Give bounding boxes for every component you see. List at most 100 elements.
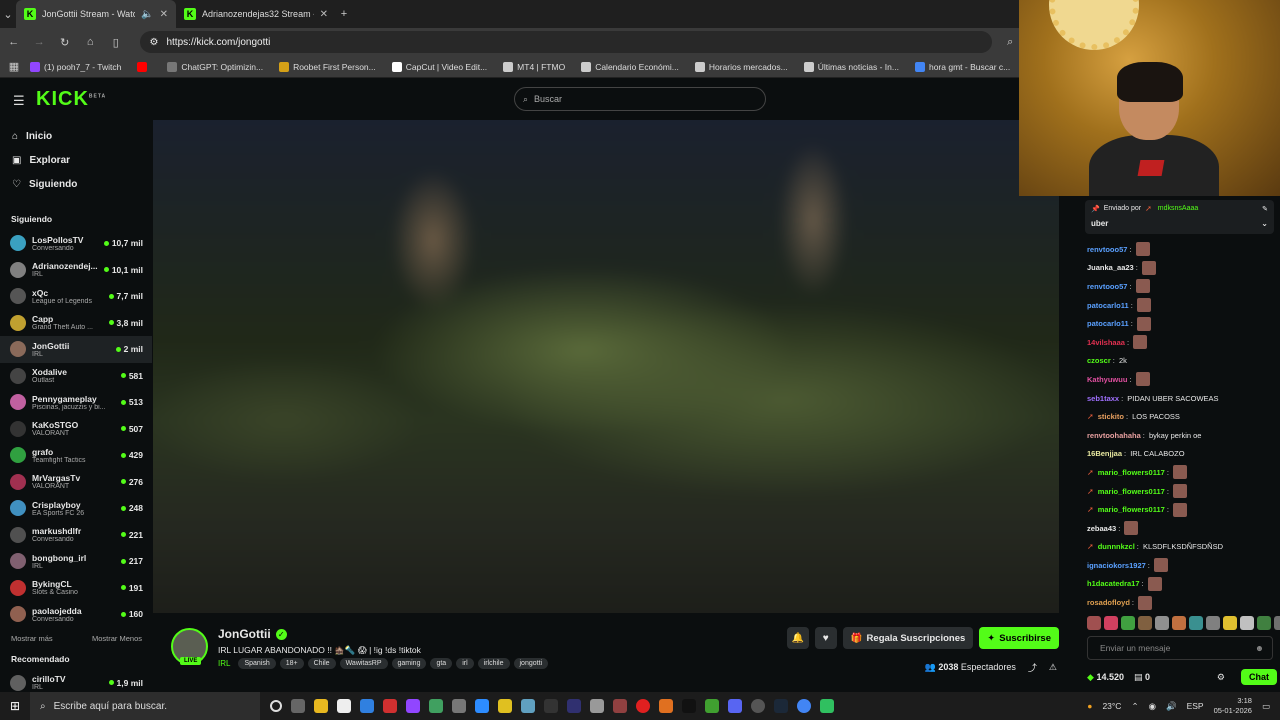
app-icon[interactable] — [659, 699, 673, 713]
show-more-link[interactable]: Mostrar más — [11, 634, 53, 643]
app-icon[interactable] — [613, 699, 627, 713]
followed-channel[interactable]: xQc League of Legends 7,7 mil — [0, 283, 152, 310]
windows-start-icon[interactable]: ⊞ — [10, 699, 20, 713]
followed-channel[interactable]: markushdlfr Conversando 221 — [0, 522, 152, 549]
followed-channel[interactable]: JonGottii IRL 2 mil — [0, 336, 152, 363]
bookmark-item[interactable]: ChatGPT: Optimizin... — [159, 61, 271, 72]
sidebar-toggle-icon[interactable]: ▯ — [108, 36, 124, 49]
chat-message[interactable]: 14vilshaaa: — [1087, 333, 1277, 352]
followed-channel[interactable]: KaKoSTGO VALORANT 507 — [0, 416, 152, 443]
close-tab-icon[interactable]: ✕ — [160, 9, 168, 20]
tab-adrianozendejas[interactable]: K Adrianozendejas32 Stream - W ✕ — [176, 0, 336, 28]
chat-username[interactable]: 14vilshaaa — [1087, 338, 1125, 347]
forward-icon[interactable]: → — [32, 36, 48, 48]
chat-message[interactable]: Juanka_aa23: — [1087, 259, 1277, 278]
emote-icon[interactable] — [1206, 616, 1220, 630]
bookmark-item[interactable]: Calendario Económi... — [573, 61, 687, 72]
bookmark-item[interactable]: hora gmt - Buscar c... — [907, 61, 1018, 72]
followed-channel[interactable]: LosPollosTV Conversando 10,7 mil — [0, 230, 152, 257]
network-icon[interactable]: ◉ — [1149, 701, 1156, 712]
language-indicator[interactable]: ESP — [1187, 701, 1204, 711]
opera-icon[interactable] — [636, 699, 650, 713]
tray-chevron-icon[interactable]: ⌃ — [1131, 701, 1138, 712]
chat-message[interactable]: patocarlo11: — [1087, 314, 1277, 333]
volume-icon[interactable]: 🔊 — [1166, 701, 1177, 712]
chat-message[interactable]: zebaa43: — [1087, 519, 1277, 538]
video-player[interactable] — [153, 120, 1059, 613]
chat-username[interactable]: seb1taxx — [1087, 394, 1119, 403]
bookmark-item[interactable]: (1) pooh7_7 - Twitch — [22, 61, 129, 72]
subscribe-button[interactable]: ✦ Suscribirse — [979, 627, 1059, 649]
chat-message[interactable]: Kathyuwuu: — [1087, 370, 1277, 389]
unpin-icon[interactable]: ✎ — [1262, 205, 1268, 213]
emote-icon[interactable] — [1240, 616, 1254, 630]
chat-username[interactable]: mario_flowers0117 — [1098, 505, 1165, 514]
follow-heart-icon[interactable]: ♥ — [814, 627, 837, 649]
close-tab-icon[interactable]: ✕ — [320, 9, 328, 20]
tag-chip[interactable]: gta — [430, 658, 453, 669]
emote-icon[interactable] — [1172, 616, 1186, 630]
app-icon[interactable] — [820, 699, 834, 713]
minecraft-icon[interactable] — [705, 699, 719, 713]
tag-chip[interactable]: gaming — [391, 658, 427, 669]
share-icon[interactable]: ⤴ — [1028, 661, 1037, 674]
followed-channel[interactable]: Capp Grand Theft Auto ... 3,8 mil — [0, 310, 152, 337]
bookmark-item[interactable]: MT4 | FTMO — [495, 61, 573, 72]
gift-subs-button[interactable]: 🎁 Regala Suscripciones — [842, 627, 974, 649]
capcut-icon[interactable] — [544, 699, 558, 713]
chat-username[interactable]: Juanka_aa23 — [1087, 263, 1134, 272]
zoom-app-icon[interactable] — [475, 699, 489, 713]
sidebar-item-inicio[interactable]: ⌂ Inicio — [0, 124, 152, 148]
discord-icon[interactable] — [728, 699, 742, 713]
show-less-link[interactable]: Mostrar Menos — [92, 634, 142, 643]
apps-grid-icon[interactable]: ▦ — [6, 60, 22, 73]
chat-message[interactable]: renvtoohahaha: bykay perkin oe — [1087, 426, 1277, 445]
followed-channel[interactable]: bongbong_irl IRL 217 — [0, 548, 152, 575]
chat-message[interactable]: 16Benjjaa: IRL CALABOZO — [1087, 445, 1277, 464]
sidebar-item-siguiendo[interactable]: ♡ Siguiendo — [0, 172, 152, 196]
app-icon[interactable] — [567, 699, 581, 713]
emote-icon[interactable] — [1257, 616, 1271, 630]
chat-username[interactable]: h1dacatedra17 — [1087, 579, 1140, 588]
chevron-down-icon[interactable]: ⌄ — [1261, 219, 1268, 228]
chat-username[interactable]: 16Benjjaa — [1087, 449, 1122, 458]
emote-icon[interactable] — [1104, 616, 1118, 630]
chat-input[interactable]: Enviar un mensaje ☻ — [1087, 636, 1273, 660]
chrome-icon[interactable] — [797, 699, 811, 713]
emote-icon[interactable] — [1223, 616, 1237, 630]
followed-channel[interactable]: paolaojedda Conversando 160 — [0, 601, 152, 628]
tab-list-icon[interactable]: ⌄ — [0, 8, 16, 21]
tag-chip[interactable]: Chile — [307, 658, 336, 669]
followed-channel[interactable]: MrVargasTv VALORANT 276 — [0, 469, 152, 496]
chat-message[interactable]: ➚ mario_flowers0117: — [1087, 463, 1277, 482]
new-tab-icon[interactable]: + — [336, 8, 352, 20]
pinned-message[interactable]: 📌 Enviado por ➚ mdksnsAaaa ✎ uber ⌄ — [1085, 200, 1274, 234]
chat-message[interactable]: rosadofloyd: — [1087, 593, 1277, 612]
emote-icon[interactable] — [1155, 616, 1169, 630]
chat-message[interactable]: h1dacatedra17: — [1087, 575, 1277, 594]
points-display[interactable]: ◆ 14.520 — [1087, 672, 1124, 683]
bookmark-item[interactable]: Roobet First Person... — [271, 61, 384, 72]
chat-username[interactable]: mario_flowers0117 — [1098, 487, 1165, 496]
chat-message[interactable]: ➚ mario_flowers0117: — [1087, 500, 1277, 519]
chat-username[interactable]: ignaciokors1927 — [1087, 561, 1146, 570]
chat-message[interactable]: ➚ dunnnkzcl: KLSDFLKSDÑFSDÑSD — [1087, 538, 1277, 557]
app-icon[interactable] — [429, 699, 443, 713]
followed-channel[interactable]: Adrianozendej... IRL 10,1 mil — [0, 257, 152, 284]
menu-icon[interactable]: ☰ — [13, 93, 25, 109]
weather-text[interactable]: 23°C — [1102, 701, 1121, 711]
mute-icon[interactable]: 🔈 — [141, 9, 153, 20]
notification-bell-icon[interactable]: 🔔 — [786, 627, 809, 649]
bookmark-item[interactable]: Horarios mercados... — [687, 61, 796, 72]
bookmark-item[interactable]: Últimas noticias - In... — [796, 61, 907, 72]
weather-icon[interactable]: ● — [1087, 701, 1092, 711]
home-icon[interactable]: ⌂ — [83, 36, 99, 48]
chat-username[interactable]: rosadofloyd — [1087, 598, 1130, 607]
app-icon[interactable] — [452, 699, 466, 713]
emote-icon[interactable] — [1189, 616, 1203, 630]
chat-username[interactable]: dunnnkzcl — [1098, 542, 1135, 551]
chat-username[interactable]: stickito — [1098, 412, 1124, 421]
emote-icon[interactable] — [1138, 616, 1152, 630]
chat-message[interactable]: ➚ mario_flowers0117: — [1087, 482, 1277, 501]
app-icon[interactable] — [751, 699, 765, 713]
